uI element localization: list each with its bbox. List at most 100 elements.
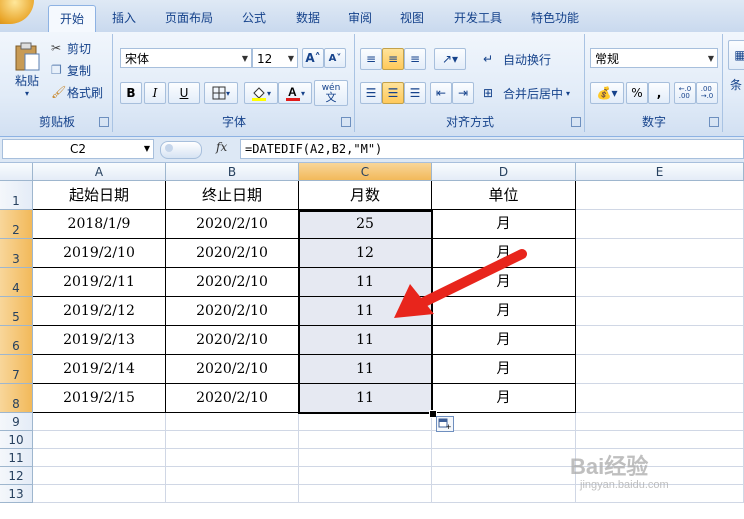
decrease-indent-button[interactable]: ⇤ xyxy=(430,82,452,104)
empty-cell-b11[interactable] xyxy=(166,449,299,467)
wrap-text-button[interactable]: ↵ 自动换行 xyxy=(482,48,584,70)
decrease-decimal-button[interactable]: .00 →.0 xyxy=(696,82,718,104)
name-box[interactable]: C2 ▼ xyxy=(2,139,154,159)
cell-c7[interactable]: 11 xyxy=(299,355,432,384)
empty-cell-d12[interactable] xyxy=(432,467,576,485)
font-name-combo[interactable]: 宋体 ▼ xyxy=(120,48,252,68)
fill-color-button[interactable]: ▾ xyxy=(244,82,278,104)
font-size-combo[interactable]: 12 ▼ xyxy=(252,48,298,68)
tab-formulas[interactable]: 公式 xyxy=(232,6,276,30)
align-middle-button[interactable]: ≡ xyxy=(382,48,404,70)
cell-b6[interactable]: 2020/2/10 xyxy=(166,326,299,355)
tab-insert[interactable]: 插入 xyxy=(102,6,146,30)
percent-button[interactable]: % xyxy=(626,82,648,104)
cell-d2[interactable]: 月 xyxy=(432,210,576,239)
empty-cell-e7[interactable] xyxy=(576,355,744,384)
cell-a2[interactable]: 2018/1/9 xyxy=(33,210,166,239)
empty-cell-c11[interactable] xyxy=(299,449,432,467)
empty-cell-a10[interactable] xyxy=(33,431,166,449)
cell-b7[interactable]: 2020/2/10 xyxy=(166,355,299,384)
empty-cell-a11[interactable] xyxy=(33,449,166,467)
orientation-button[interactable]: ↗▾ xyxy=(434,48,466,70)
empty-cell-e6[interactable] xyxy=(576,326,744,355)
align-bottom-button[interactable]: ≡ xyxy=(404,48,426,70)
row-header-5[interactable]: 5 xyxy=(0,297,33,326)
tab-special-features[interactable]: 特色功能 xyxy=(522,6,588,30)
empty-cell-b12[interactable] xyxy=(166,467,299,485)
empty-cell-c10[interactable] xyxy=(299,431,432,449)
empty-cell-d11[interactable] xyxy=(432,449,576,467)
font-color-button[interactable]: A ▾ xyxy=(278,82,312,104)
row-header-13[interactable]: 13 xyxy=(0,485,33,503)
increase-indent-button[interactable]: ⇥ xyxy=(452,82,474,104)
empty-cell-e9[interactable] xyxy=(576,413,744,431)
cell-c2[interactable]: 25 xyxy=(299,210,432,239)
grow-font-button[interactable]: A˄ xyxy=(302,48,324,68)
increase-decimal-button[interactable]: ←.0.00 xyxy=(674,82,696,104)
tab-home[interactable]: 开始 xyxy=(48,5,96,33)
empty-cell-c9[interactable] xyxy=(299,413,432,431)
phonetic-button[interactable]: wén 文 xyxy=(314,80,348,106)
underline-button[interactable]: U xyxy=(168,82,200,104)
cell-b2[interactable]: 2020/2/10 xyxy=(166,210,299,239)
paste-button[interactable]: 粘贴 ▾ xyxy=(6,36,48,104)
empty-cell-d13[interactable] xyxy=(432,485,576,503)
cell-c6[interactable]: 11 xyxy=(299,326,432,355)
empty-cell-e1[interactable] xyxy=(576,181,744,210)
empty-cell-a12[interactable] xyxy=(33,467,166,485)
clipboard-launcher-icon[interactable] xyxy=(99,117,109,127)
cell-d8[interactable]: 月 xyxy=(432,384,576,413)
row-header-11[interactable]: 11 xyxy=(0,449,33,467)
cell-b4[interactable]: 2020/2/10 xyxy=(166,268,299,297)
empty-cell-a13[interactable] xyxy=(33,485,166,503)
header-cell-b[interactable]: 终止日期 xyxy=(166,181,299,210)
cell-a4[interactable]: 2019/2/11 xyxy=(33,268,166,297)
comma-button[interactable]: , xyxy=(648,82,670,104)
auto-fill-options-button[interactable]: + xyxy=(436,416,454,432)
align-center-button[interactable]: ☰ xyxy=(382,82,404,104)
align-top-button[interactable]: ≡ xyxy=(360,48,382,70)
row-header-2[interactable]: 2 xyxy=(0,210,33,239)
empty-cell-c12[interactable] xyxy=(299,467,432,485)
empty-cell-b9[interactable] xyxy=(166,413,299,431)
currency-button[interactable]: 💰▾ xyxy=(590,82,624,104)
cell-d6[interactable]: 月 xyxy=(432,326,576,355)
empty-cell-e5[interactable] xyxy=(576,297,744,326)
row-header-7[interactable]: 7 xyxy=(0,355,33,384)
cell-a8[interactable]: 2019/2/15 xyxy=(33,384,166,413)
fx-icon[interactable]: fx xyxy=(216,140,227,154)
empty-cell-a9[interactable] xyxy=(33,413,166,431)
empty-cell-e2[interactable] xyxy=(576,210,744,239)
column-header-a[interactable]: A xyxy=(33,163,166,181)
row-header-1[interactable]: 1 xyxy=(0,181,33,210)
cell-b5[interactable]: 2020/2/10 xyxy=(166,297,299,326)
cell-a5[interactable]: 2019/2/12 xyxy=(33,297,166,326)
header-cell-c[interactable]: 月数 xyxy=(299,181,432,210)
header-cell-d[interactable]: 单位 xyxy=(432,181,576,210)
conditional-format-button[interactable]: ▦ xyxy=(728,40,744,70)
empty-cell-b10[interactable] xyxy=(166,431,299,449)
borders-button[interactable]: ▾ xyxy=(204,82,238,104)
row-header-4[interactable]: 4 xyxy=(0,268,33,297)
empty-cell-e4[interactable] xyxy=(576,268,744,297)
align-right-button[interactable]: ☰ xyxy=(404,82,426,104)
header-cell-a[interactable]: 起始日期 xyxy=(33,181,166,210)
copy-button[interactable]: ❐ 复制 xyxy=(50,60,110,80)
empty-cell-c13[interactable] xyxy=(299,485,432,503)
font-launcher-icon[interactable] xyxy=(341,117,351,127)
tab-view[interactable]: 视图 xyxy=(390,6,434,30)
cell-b8[interactable]: 2020/2/10 xyxy=(166,384,299,413)
column-header-c[interactable]: C xyxy=(299,163,432,181)
number-format-combo[interactable]: 常规 ▼ xyxy=(590,48,718,68)
tab-page-layout[interactable]: 页面布局 xyxy=(156,6,222,30)
tab-review[interactable]: 审阅 xyxy=(338,6,382,30)
number-launcher-icon[interactable] xyxy=(709,117,719,127)
cut-button[interactable]: ✂ 剪切 xyxy=(50,38,110,58)
cell-d7[interactable]: 月 xyxy=(432,355,576,384)
column-header-b[interactable]: B xyxy=(166,163,299,181)
merge-center-button[interactable]: ⊞ 合并后居中 ▾ xyxy=(482,82,584,104)
row-header-3[interactable]: 3 xyxy=(0,239,33,268)
cell-a6[interactable]: 2019/2/13 xyxy=(33,326,166,355)
formula-bar-expander[interactable] xyxy=(160,141,202,159)
tab-data[interactable]: 数据 xyxy=(286,6,330,30)
